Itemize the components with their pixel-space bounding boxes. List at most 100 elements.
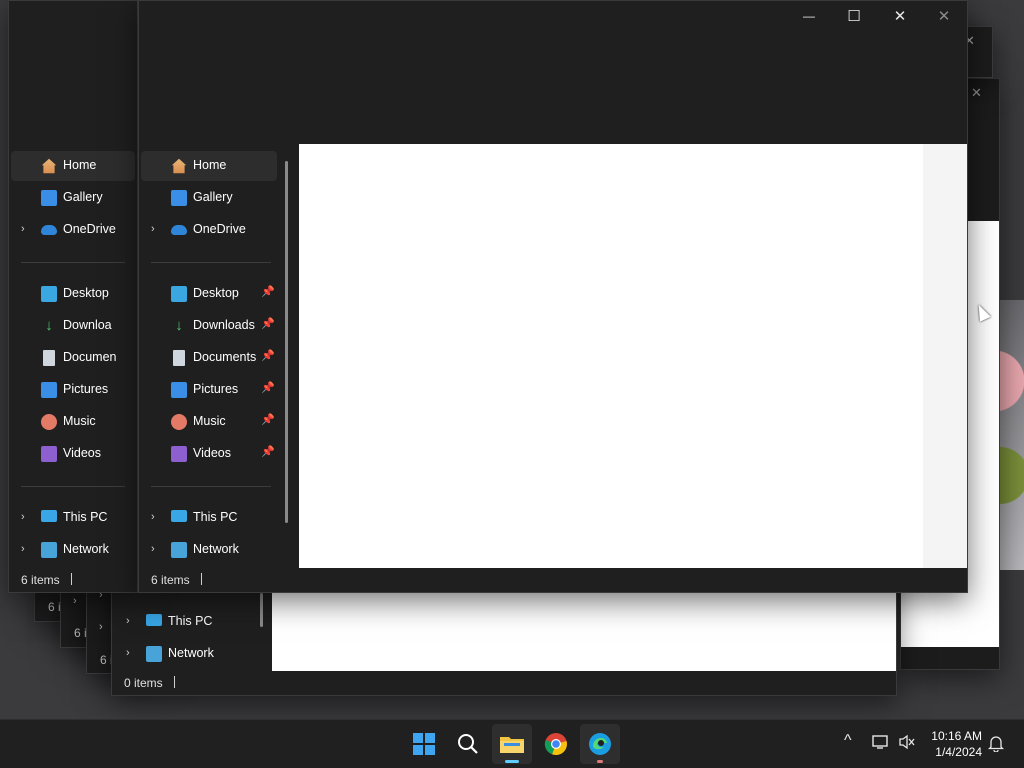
sidebar-item-downloads[interactable]: ↓ Downloa [11, 311, 135, 341]
chevron-right-icon[interactable]: › [151, 543, 155, 555]
sidebar-item-music[interactable]: Music [11, 407, 135, 437]
search-icon [458, 734, 478, 754]
chevron-right-icon[interactable]: › [126, 615, 130, 627]
sidebar-item-network[interactable]: › Network [116, 639, 266, 669]
sidebar-item-network[interactable]: › Network [141, 535, 277, 565]
music-icon [41, 414, 57, 430]
taskbar-edge[interactable] [580, 724, 620, 764]
edge-icon [589, 733, 611, 755]
pin-icon[interactable]: 📌 [261, 317, 275, 330]
pictures-icon [171, 382, 187, 398]
sidebar-item-desktop[interactable]: Desktop [11, 279, 135, 309]
chevron-right-icon[interactable]: › [21, 511, 25, 523]
network-icon [146, 646, 162, 662]
status-bar: 6 items [9, 568, 137, 592]
sidebar-item-documents[interactable]: Documen [11, 343, 135, 373]
computer-icon [146, 614, 162, 626]
close-button[interactable]: ✕ [877, 1, 923, 31]
start-button[interactable] [404, 724, 444, 764]
folder-icon [500, 737, 524, 753]
sidebar-item-home[interactable]: Home [141, 151, 277, 181]
chevron-right-icon[interactable]: › [126, 647, 130, 659]
computer-icon [41, 510, 57, 522]
sidebar-item-downloads[interactable]: ↓ Downloads 📌 [141, 311, 277, 341]
search-button[interactable] [448, 724, 488, 764]
divider [151, 262, 271, 263]
file-list-pane[interactable] [299, 144, 923, 569]
desktop-icon [41, 286, 57, 302]
sidebar-item-gallery[interactable]: Gallery [11, 183, 135, 213]
close-icon[interactable]: ✕ [921, 1, 967, 31]
divider [21, 262, 125, 263]
chrome-icon [544, 733, 567, 756]
sidebar-item-pictures[interactable]: Pictures [11, 375, 135, 405]
sidebar-item-this-pc[interactable]: › This PC [141, 503, 277, 533]
sidebar-item-onedrive[interactable]: › OneDrive [11, 215, 135, 245]
sidebar-item-this-pc[interactable]: › This PC [116, 607, 266, 637]
show-hidden-icons-button[interactable]: ^ [844, 732, 852, 750]
item-count: 6 items [151, 573, 190, 587]
status-bar: 6 items [139, 568, 967, 592]
close-icon[interactable]: ✕ [971, 85, 982, 101]
sidebar-item-documents[interactable]: Documents 📌 [141, 343, 277, 373]
chevron-right-icon[interactable]: › [151, 223, 155, 235]
download-icon: ↓ [45, 317, 53, 334]
item-count: 6 items [21, 573, 60, 587]
sidebar-scrollbar[interactable] [260, 593, 263, 627]
sidebar-item-videos[interactable]: Videos 📌 [141, 439, 277, 469]
computer-icon [171, 510, 187, 522]
desktop-icon [171, 286, 187, 302]
pin-icon[interactable]: 📌 [261, 349, 275, 362]
pin-icon[interactable]: 📌 [261, 445, 275, 458]
sidebar-item-home[interactable]: Home [11, 151, 135, 181]
taskbar-chrome[interactable] [536, 724, 576, 764]
music-icon [171, 414, 187, 430]
home-icon [41, 158, 57, 174]
chevron-right-icon[interactable]: › [73, 595, 77, 607]
gallery-icon [171, 190, 187, 206]
download-icon: ↓ [175, 317, 183, 334]
explorer-window-front[interactable]: — ☐ ✕ ✕ Home Gallery › OneDrive Desktop … [138, 0, 968, 593]
status-text: 6 i [74, 626, 87, 640]
pin-icon[interactable]: 📌 [261, 285, 275, 298]
content-edge [923, 144, 967, 569]
notification-bell-icon[interactable] [987, 734, 1005, 756]
cloud-icon [171, 225, 187, 235]
videos-icon [41, 446, 57, 462]
status-bar: 0 items [112, 671, 896, 695]
divider [21, 486, 125, 487]
gallery-icon [41, 190, 57, 206]
sidebar-item-gallery[interactable]: Gallery [141, 183, 277, 213]
document-icon [43, 350, 55, 366]
pin-icon[interactable]: 📌 [261, 413, 275, 426]
sidebar-scrollbar[interactable] [285, 161, 288, 523]
network-icon [41, 542, 57, 558]
sidebar-item-videos[interactable]: Videos [11, 439, 135, 469]
explorer-window-left[interactable]: Home Gallery › OneDrive Desktop ↓ Downlo… [8, 0, 138, 593]
sidebar-item-music[interactable]: Music 📌 [141, 407, 277, 437]
sidebar-item-desktop[interactable]: Desktop 📌 [141, 279, 277, 309]
minimize-button[interactable]: — [786, 1, 832, 31]
clock-date: 1/4/2024 [935, 745, 982, 759]
cloud-icon [41, 225, 57, 235]
sidebar-item-pictures[interactable]: Pictures 📌 [141, 375, 277, 405]
system-clock[interactable]: 10:16 AM 1/4/2024 [931, 728, 982, 760]
chevron-right-icon[interactable]: › [99, 621, 103, 633]
sidebar-item-onedrive[interactable]: › OneDrive [141, 215, 277, 245]
taskbar-file-explorer[interactable] [492, 724, 532, 764]
pin-icon[interactable]: 📌 [261, 381, 275, 394]
network-status-icon[interactable] [872, 734, 890, 754]
volume-muted-icon[interactable] [898, 734, 916, 754]
status-text: 6 i [48, 600, 61, 614]
chevron-right-icon[interactable]: › [151, 511, 155, 523]
active-indicator [505, 760, 519, 763]
sidebar-item-network[interactable]: › Network [11, 535, 135, 565]
chevron-right-icon[interactable]: › [21, 543, 25, 555]
sidebar-item-this-pc[interactable]: › This PC [11, 503, 135, 533]
chevron-right-icon[interactable]: › [21, 223, 25, 235]
home-icon [171, 158, 187, 174]
maximize-button[interactable]: ☐ [831, 1, 877, 31]
windows-logo-icon [413, 733, 435, 755]
taskbar: ^ 10:16 AM 1/4/2024 [0, 719, 1024, 768]
file-list-pane[interactable] [272, 593, 896, 673]
